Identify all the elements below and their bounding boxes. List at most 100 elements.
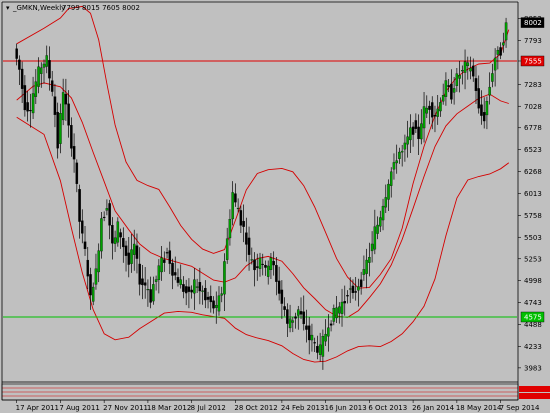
candle-body-bull [370, 243, 374, 252]
candle-body-bear [102, 216, 106, 219]
candle-body-bull [100, 218, 103, 252]
y-tick-label: 6523 [524, 146, 542, 154]
candle-body-bear [127, 252, 131, 265]
candle-body-bear [163, 259, 166, 263]
candle-body-bull [324, 333, 327, 342]
candle-body-bear [428, 105, 431, 110]
candle-body-bear [15, 48, 18, 59]
candle-body-bull [130, 249, 133, 264]
candle-body-bear [141, 278, 144, 286]
candle-body-bear [173, 272, 177, 276]
candle-body-bull [466, 62, 470, 67]
last-price-label-text: 8002 [524, 19, 542, 27]
candle-body-bull [321, 336, 325, 357]
candle-body-bear [242, 220, 245, 227]
candle-body-bull [338, 306, 341, 314]
y-tick-label: 5253 [524, 255, 542, 263]
x-tick-label: 8 Jul 2012 [191, 404, 226, 412]
candle-body-bull [297, 309, 300, 316]
candle-body-bear [499, 47, 502, 56]
candle-body-bull [504, 22, 508, 41]
candle-body-bear [329, 323, 333, 326]
candle-body-bear [135, 245, 139, 259]
candle-body-bear [23, 85, 27, 111]
candle-body-bull [381, 205, 385, 221]
x-tick-label: 7 Sep 2014 [500, 404, 540, 412]
y-tick-label: 6013 [524, 190, 542, 198]
candle-body-bear [72, 146, 76, 160]
candle-body-bear [108, 203, 111, 226]
candle-body-bull [373, 226, 377, 250]
candle-body-bull [310, 334, 314, 341]
candle-body-bull [441, 95, 445, 102]
title-symbol: _GMKN,Weekly [12, 4, 65, 12]
candle-body-bull [258, 257, 262, 269]
candle-body-bull [502, 42, 505, 46]
candle-body-bear [474, 78, 478, 92]
y-tick-label: 6778 [524, 124, 542, 132]
x-tick-label: 28 Oct 2012 [234, 404, 277, 412]
y-tick-label: 4998 [524, 277, 542, 285]
x-tick-label: 16 Jun 2013 [325, 404, 367, 412]
candle-body-bear [305, 325, 308, 330]
candle-body-bear [307, 325, 311, 341]
candle-body-bear [70, 125, 73, 149]
candle-body-bull [436, 108, 439, 117]
x-tick-label: 27 Nov 2011 [103, 404, 148, 412]
candle-body-bear [261, 263, 264, 265]
candle-body-bull [157, 265, 161, 280]
candle-body-bull [496, 49, 500, 55]
candle-body-bear [18, 59, 21, 70]
candle-body-bear [234, 193, 237, 203]
candle-body-bull [439, 102, 442, 112]
candle-body-bull [469, 67, 472, 72]
green-level-label-text: 4575 [524, 313, 542, 321]
candle-body-bull [348, 288, 352, 290]
indicator-subwindow [1, 383, 550, 401]
candle-body-bull [179, 279, 182, 285]
candle-body-bull [250, 259, 254, 261]
candle-body-bear [184, 286, 188, 294]
candle-body-bull [398, 151, 401, 159]
candle-body-bear [264, 264, 267, 268]
candle-body-bear [143, 282, 147, 286]
x-tick-label: 24 Feb 2013 [281, 404, 325, 412]
candle-body-bear [67, 103, 70, 126]
candle-body-bear [182, 284, 185, 292]
candle-body-bull [40, 67, 43, 74]
candle-body-bull [409, 127, 412, 141]
candle-body-bear [433, 114, 437, 117]
candle-body-bull [201, 290, 204, 292]
candle-body-bear [245, 232, 248, 245]
candle-body-bear [247, 237, 251, 255]
candle-body-bull [400, 150, 404, 153]
x-tick-label: 7 Aug 2011 [59, 404, 99, 412]
chart-title: ▾ _GMKN,Weekly 7799 8015 7605 8002 [6, 4, 140, 12]
candle-body-bull [31, 93, 35, 114]
candlestick-chart[interactable]: 8052779375557283702867786523626860135758… [0, 0, 550, 413]
candle-body-bear [149, 289, 152, 303]
candle-body-bull [365, 259, 368, 274]
candle-body-bull [215, 305, 218, 308]
candle-body-bear [239, 210, 243, 226]
candle-body-bear [430, 102, 434, 118]
candle-body-bull [376, 224, 379, 234]
candle-body-bear [256, 266, 259, 268]
candle-body-bear [253, 259, 256, 271]
candle-body-bull [228, 219, 232, 239]
candle-body-bull [116, 221, 120, 243]
candle-body-bull [236, 207, 240, 210]
candle-body-bull [59, 113, 62, 144]
y-tick-label: 7028 [524, 103, 542, 111]
candle-body-bear [283, 306, 286, 310]
candle-body-bull [91, 286, 95, 302]
red-level-label-text: 7555 [524, 57, 542, 65]
candle-body-bull [61, 92, 65, 121]
candle-body-bull [132, 243, 136, 255]
candle-body-bear [472, 65, 475, 77]
candle-body-bear [171, 262, 174, 276]
candle-body-bear [86, 259, 90, 277]
candle-body-bull [146, 289, 150, 291]
candle-body-bear [272, 260, 275, 266]
candle-body-bull [422, 106, 426, 129]
